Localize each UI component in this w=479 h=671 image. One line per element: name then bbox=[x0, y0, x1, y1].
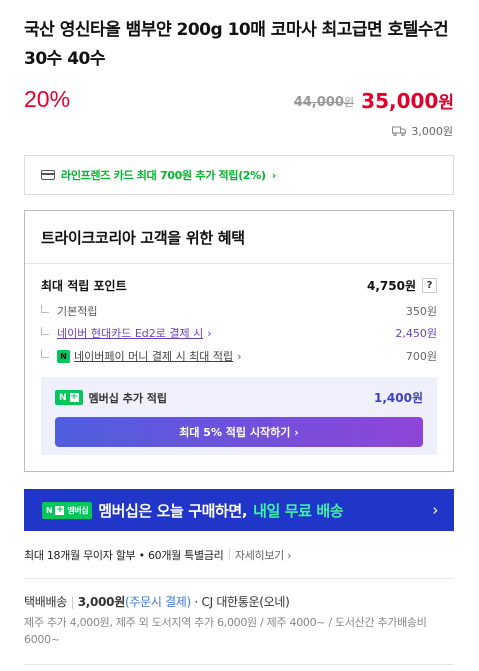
list-item: 네이버 현대카드 Ed2로 결제 시 › 2,450원 bbox=[41, 325, 437, 341]
naver-plus-icon: N + bbox=[55, 390, 83, 405]
banner-text: 멤버십은 오늘 구매하면, bbox=[98, 501, 248, 520]
credit-card-icon bbox=[41, 170, 55, 180]
shipping-fee-value: 3,000원 bbox=[411, 125, 453, 138]
discount-rate: 20% bbox=[24, 86, 71, 112]
delivery-extra-fee: 제주 추가 4,000원, 제주 외 도서지역 추가 6,000원 / 제주 4… bbox=[24, 616, 427, 646]
delivery-type: 택배배송 bbox=[24, 595, 67, 609]
membership-label: 멤버십 추가 적립 bbox=[88, 391, 168, 405]
hyundai-card-link[interactable]: 네이버 현대카드 Ed2로 결제 시 bbox=[57, 325, 203, 341]
divider bbox=[25, 263, 453, 264]
membership-value: 1,400원 bbox=[374, 391, 423, 405]
chevron-right-icon: › bbox=[271, 168, 277, 182]
hyundai-card-points-value: 2,450원 bbox=[395, 327, 437, 340]
chevron-right-icon: › bbox=[207, 326, 212, 340]
installment-info: 최대 18개월 무이자 할부 • 60개월 특별금리 | 자세히보기 › bbox=[24, 547, 292, 563]
tree-line-icon bbox=[41, 350, 49, 358]
delivery-fee-note: (주문시 결제) bbox=[124, 595, 191, 609]
list-item: N 네이버페이 머니 결제 시 최대 적립 › 700원 bbox=[41, 348, 437, 364]
delivery-fee: 3,000원 bbox=[77, 595, 126, 609]
help-icon[interactable]: ? bbox=[422, 278, 437, 293]
benefit-title: 트라이크코리아 고객을 위한 혜택 bbox=[41, 229, 245, 247]
naverpay-points-value: 700원 bbox=[405, 350, 437, 363]
installment-text: 최대 18개월 무이자 할부 • 60개월 특별금리 bbox=[24, 549, 224, 562]
product-title: 국산 영신타올 뱀부얀 200g 10매 코마사 최고급면 호텔수건 30수 4… bbox=[24, 20, 449, 69]
benefit-panel: 트라이크코리아 고객을 위한 혜택 최대 적립 포인트 4,750원 ? 기본적… bbox=[24, 210, 454, 472]
chevron-right-icon: › bbox=[432, 501, 438, 519]
naverpay-icon: N bbox=[57, 349, 70, 363]
max-points-row: 최대 적립 포인트 4,750원 ? bbox=[41, 277, 437, 294]
chevron-right-icon: › bbox=[237, 349, 242, 363]
membership-banner[interactable]: N + 멤버십 멤버십은 오늘 구매하면, 내일 무료 배송 › bbox=[24, 489, 454, 531]
original-price: 44,000원 bbox=[293, 95, 354, 110]
divider bbox=[24, 578, 454, 579]
delivery-carrier: CJ 대한통운(오네) bbox=[201, 595, 290, 609]
card-promo-text: 라인프렌즈 카드 최대 700원 추가 적립(2%) bbox=[61, 169, 266, 182]
installment-more-link[interactable]: 자세히보기 › bbox=[235, 547, 292, 563]
naver-plus-icon: N + 멤버십 bbox=[42, 501, 93, 519]
sale-price: 35,000원 bbox=[361, 89, 454, 113]
membership-box: N + 멤버십 추가 적립 1,400원 최대 5% 적립 시작하기 › bbox=[41, 377, 437, 455]
tree-line-icon bbox=[41, 327, 49, 335]
max-points-label: 최대 적립 포인트 bbox=[41, 279, 127, 293]
list-item: 기본적립 350원 bbox=[41, 303, 437, 319]
banner-highlight: 내일 무료 배송 bbox=[253, 501, 344, 520]
naverpay-money-link[interactable]: 네이버페이 머니 결제 시 최대 적립 bbox=[74, 348, 233, 364]
basic-points-value: 350원 bbox=[405, 305, 437, 318]
price-row: 20% 44,000원 35,000원 bbox=[24, 86, 454, 122]
shipping-fee: 3,000원 bbox=[392, 123, 453, 139]
chevron-right-icon: › bbox=[294, 425, 299, 439]
tree-line-icon bbox=[41, 305, 49, 313]
start-membership-button[interactable]: 최대 5% 적립 시작하기 › bbox=[55, 417, 423, 447]
truck-icon bbox=[392, 126, 407, 136]
divider bbox=[24, 664, 454, 665]
max-points-value: 4,750원 bbox=[367, 279, 416, 293]
basic-points-label: 기본적립 bbox=[57, 305, 98, 318]
card-promo-link[interactable]: 라인프렌즈 카드 최대 700원 추가 적립(2%) › bbox=[24, 155, 454, 195]
delivery-info: 택배배송 | 3,000원(주문시 결제) · CJ 대한통운(오네) bbox=[24, 595, 290, 609]
